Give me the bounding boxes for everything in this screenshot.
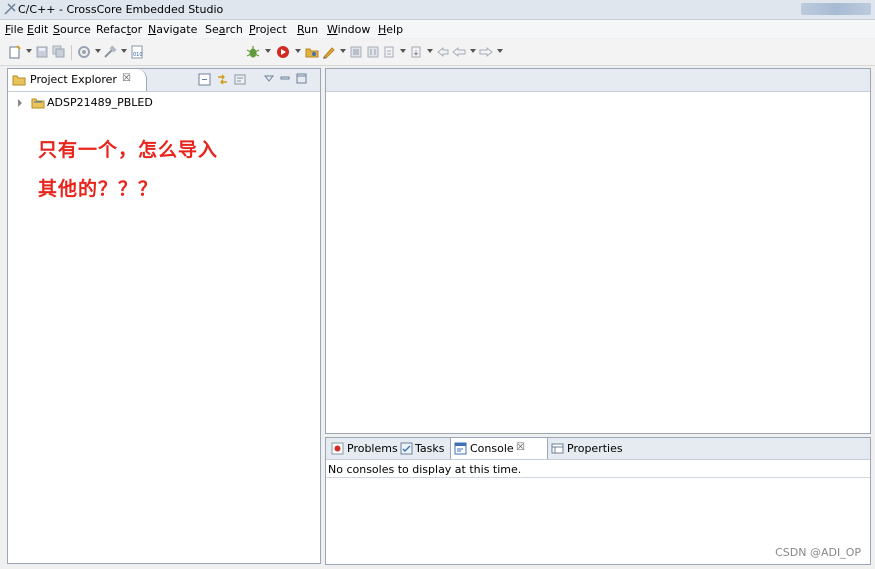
tab-console-label: Console [470, 442, 514, 455]
menu-edit[interactable]: Edit [27, 23, 48, 36]
open-perspective-icon[interactable] [305, 45, 319, 59]
tab-project-explorer[interactable]: Project Explorer ☒ [8, 69, 147, 91]
expand-arrow-icon[interactable] [18, 99, 22, 107]
menu-source[interactable]: Source [53, 23, 91, 36]
run-icon[interactable] [276, 45, 290, 59]
forward-icon[interactable] [479, 45, 493, 59]
menu-file[interactable]: File [5, 23, 23, 36]
new-dropdown-icon[interactable] [26, 49, 32, 53]
tree-item-label: ADSP21489_PBLED [47, 96, 153, 109]
build-settings-dropdown-icon[interactable] [95, 49, 101, 53]
tab-tasks[interactable]: Tasks [399, 438, 449, 459]
next-annotation-icon[interactable] [409, 45, 423, 59]
console-divider [326, 477, 870, 478]
crosscore-app-icon [4, 3, 16, 15]
toolbar-separator [71, 45, 72, 60]
project-folder-icon [12, 75, 26, 86]
debug-dropdown-icon[interactable] [265, 49, 271, 53]
last-edit-icon[interactable] [436, 45, 450, 59]
title-bar: C/C++ - CrossCore Embedded Studio [0, 0, 875, 20]
forward-dropdown-icon[interactable] [497, 49, 503, 53]
problems-icon [331, 442, 344, 455]
close-icon[interactable]: ☒ [516, 442, 525, 453]
watermark: CSDN @ADI_OP [775, 546, 861, 559]
filter-icon[interactable] [234, 73, 247, 86]
build-settings-icon[interactable] [77, 45, 91, 59]
collapse-all-icon[interactable] [198, 73, 211, 86]
close-icon[interactable]: ☒ [122, 73, 131, 84]
console-message: No consoles to display at this time. [328, 463, 522, 476]
highlight-pen-icon[interactable] [322, 45, 336, 59]
menu-window[interactable]: Window [327, 23, 370, 36]
new-icon[interactable] [8, 45, 22, 59]
minimize-icon[interactable] [280, 74, 290, 84]
back-dropdown-icon[interactable] [470, 49, 476, 53]
svg-text:010: 010 [133, 52, 143, 58]
project-explorer-tab-label: Project Explorer [30, 73, 117, 86]
next-annotation-dropdown-icon[interactable] [427, 49, 433, 53]
properties-icon [551, 443, 564, 454]
build-hammer-icon[interactable] [103, 45, 117, 59]
editor-tab-strip [326, 69, 870, 92]
editor-area [325, 68, 871, 434]
menu-help[interactable]: Help [378, 23, 403, 36]
link-with-editor-icon[interactable] [216, 73, 229, 86]
run-dropdown-icon[interactable] [295, 49, 301, 53]
bottom-panel-tabs: Problems Tasks Console ☒ Properties [326, 438, 870, 460]
annotation-line-1: 只有一个，怎么导入 [38, 139, 219, 161]
menu-navigate[interactable]: Navigate [148, 23, 197, 36]
annotation-dropdown-icon[interactable] [400, 49, 406, 53]
tasks-icon [400, 442, 413, 455]
tab-problems-label: Problems [347, 442, 398, 455]
tab-console[interactable]: Console ☒ [450, 438, 548, 459]
console-icon [454, 442, 467, 455]
memory-view-icon[interactable] [349, 45, 363, 59]
menu-project[interactable]: Project [249, 23, 287, 36]
menu-run[interactable]: Run [297, 23, 318, 36]
pen-dropdown-icon[interactable] [340, 49, 346, 53]
annotation-line-2: 其他的？？？ [38, 178, 159, 200]
binary-file-icon[interactable]: 010 [130, 45, 144, 59]
view-menu-icon[interactable] [264, 75, 274, 83]
save-icon[interactable] [35, 45, 49, 59]
menu-bar: File Edit Source Refactor Navigate Searc… [0, 20, 875, 38]
main-toolbar: 010 [0, 39, 875, 66]
window-title: C/C++ - CrossCore Embedded Studio [18, 3, 224, 16]
menu-refactor[interactable]: Refactor [96, 23, 142, 36]
register-view-icon[interactable] [366, 45, 380, 59]
tab-properties[interactable]: Properties [549, 438, 623, 459]
debug-bug-icon[interactable] [246, 45, 260, 59]
build-dropdown-icon[interactable] [121, 49, 127, 53]
project-explorer-panel: Project Explorer ☒ ADSP21489_PBLED 只有一个，… [7, 68, 321, 564]
annotation-icon[interactable] [382, 45, 396, 59]
save-all-icon[interactable] [52, 45, 66, 59]
tab-problems[interactable]: Problems [329, 438, 398, 459]
tab-tasks-label: Tasks [415, 442, 445, 455]
maximize-icon[interactable] [296, 73, 307, 84]
menu-search[interactable]: Search [205, 23, 243, 36]
project-folder-icon [31, 98, 45, 109]
window-controls-blurred [801, 3, 871, 15]
back-icon[interactable] [452, 45, 466, 59]
tab-properties-label: Properties [567, 442, 623, 455]
project-explorer-header: Project Explorer ☒ [8, 69, 320, 92]
